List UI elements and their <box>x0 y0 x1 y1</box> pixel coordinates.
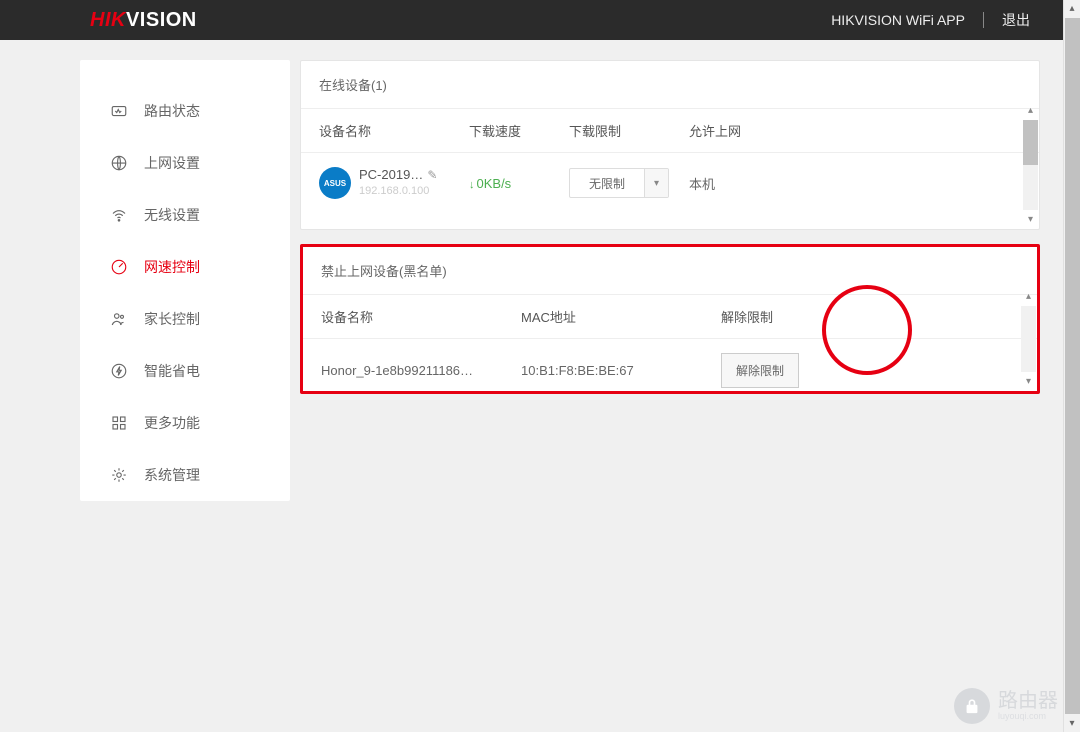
parental-icon <box>110 310 128 328</box>
col-header-speed: 下载速度 <box>469 121 569 140</box>
sidebar-item-router-status[interactable]: 路由状态 <box>80 85 290 137</box>
sidebar-item-label: 上网设置 <box>144 153 200 173</box>
scroll-up-icon[interactable]: ▴ <box>1064 0 1080 17</box>
gear-icon <box>110 466 128 484</box>
col-header-limit: 下载限制 <box>569 121 689 140</box>
watermark-sub: luyouqi.com <box>998 711 1058 721</box>
sidebar-item-more-features[interactable]: 更多功能 <box>80 397 290 449</box>
top-bar: HIKVISION HIKVISION WiFi APP 退出 <box>0 0 1080 40</box>
col-header-name: 设备名称 <box>319 121 469 140</box>
wifi-icon <box>110 206 128 224</box>
online-panel-title: 在线设备(1) <box>301 61 1039 109</box>
sidebar-item-label: 家长控制 <box>144 309 200 329</box>
sidebar-item-wireless-settings[interactable]: 无线设置 <box>80 189 290 241</box>
scroll-down-icon[interactable]: ▾ <box>1020 372 1037 391</box>
blacklist-scrollbar[interactable]: ▴ ▾ <box>1020 287 1037 391</box>
page-scrollbar[interactable]: ▴ ▾ <box>1063 0 1080 732</box>
wifi-app-link[interactable]: HIKVISION WiFi APP <box>831 12 965 28</box>
limit-value: 无限制 <box>570 175 644 192</box>
logo-red: HIK <box>90 9 126 31</box>
allow-internet: 本机 <box>689 174 769 193</box>
sidebar-item-label: 网速控制 <box>144 257 200 277</box>
scroll-down-icon[interactable]: ▾ <box>1064 715 1080 732</box>
blacklist-device-mac: 10:B1:F8:BE:BE:67 <box>521 363 721 378</box>
grid-icon <box>110 414 128 432</box>
logo: HIKVISION <box>90 9 197 32</box>
logout-link[interactable]: 退出 <box>1002 10 1030 30</box>
sidebar-item-label: 更多功能 <box>144 413 200 433</box>
scroll-up-icon[interactable]: ▴ <box>1022 101 1039 120</box>
bl-col-header-mac: MAC地址 <box>521 307 721 326</box>
scroll-thumb[interactable] <box>1065 18 1080 714</box>
bl-col-header-name: 设备名称 <box>321 307 521 326</box>
activity-icon <box>110 102 128 120</box>
scroll-down-icon[interactable]: ▾ <box>1022 210 1039 229</box>
sidebar-item-label: 智能省电 <box>144 361 200 381</box>
blacklist-device-row: Honor_9-1e8b99211186… 10:B1:F8:BE:BE:67 … <box>303 339 1037 402</box>
online-device-row: ASUS PC-2019… ✎ 192.168.0.100 ↓0KB/s 无限制 <box>301 153 1039 213</box>
sidebar-item-internet-settings[interactable]: 上网设置 <box>80 137 290 189</box>
watermark-text: 路由器 <box>998 691 1058 711</box>
watermark: 路由器 luyouqi.com <box>954 688 1058 724</box>
download-speed: 0KB/s <box>477 176 512 191</box>
sidebar-item-parental-control[interactable]: 家长控制 <box>80 293 290 345</box>
sidebar-item-label: 路由状态 <box>144 101 200 121</box>
sidebar-item-speed-control[interactable]: 网速控制 <box>80 241 290 293</box>
sidebar-item-label: 无线设置 <box>144 205 200 225</box>
col-header-allow: 允许上网 <box>689 121 769 140</box>
globe-icon <box>110 154 128 172</box>
download-limit-select[interactable]: 无限制 ▾ <box>569 168 669 198</box>
edit-icon[interactable]: ✎ <box>427 168 437 184</box>
device-ip: 192.168.0.100 <box>359 184 437 198</box>
online-table-header: 设备名称 下载速度 下载限制 允许上网 <box>301 109 1039 153</box>
unblock-button[interactable]: 解除限制 <box>721 353 799 388</box>
sidebar-item-power-saving[interactable]: 智能省电 <box>80 345 290 397</box>
blacklist-panel-title: 禁止上网设备(黑名单) <box>303 247 1037 295</box>
bl-col-header-action: 解除限制 <box>721 307 821 326</box>
scroll-up-icon[interactable]: ▴ <box>1020 287 1037 306</box>
online-scrollbar[interactable]: ▴ ▾ <box>1022 101 1039 229</box>
blacklist-table-header: 设备名称 MAC地址 解除限制 <box>303 295 1037 339</box>
sidebar-item-label: 系统管理 <box>144 465 200 485</box>
blacklist-panel: 禁止上网设备(黑名单) 设备名称 MAC地址 解除限制 Honor_9-1e8b… <box>300 244 1040 394</box>
device-name: PC-2019… <box>359 167 423 184</box>
device-brand-icon: ASUS <box>319 167 351 199</box>
sidebar-item-system-management[interactable]: 系统管理 <box>80 449 290 501</box>
gauge-icon <box>110 258 128 276</box>
separator <box>983 12 984 28</box>
top-right: HIKVISION WiFi APP 退出 <box>831 10 1030 30</box>
blacklist-device-name: Honor_9-1e8b99211186… <box>321 363 521 378</box>
lock-icon <box>954 688 990 724</box>
logo-white: VISION <box>126 9 197 31</box>
download-arrow-icon: ↓ <box>469 179 475 191</box>
sidebar: 路由状态 上网设置 无线设置 网速控制 家长控制 智能省电 更多功能 系统管理 <box>80 60 290 501</box>
online-devices-panel: 在线设备(1) 设备名称 下载速度 下载限制 允许上网 ASUS PC-2019… <box>300 60 1040 230</box>
bolt-icon <box>110 362 128 380</box>
caret-down-icon: ▾ <box>644 169 668 197</box>
